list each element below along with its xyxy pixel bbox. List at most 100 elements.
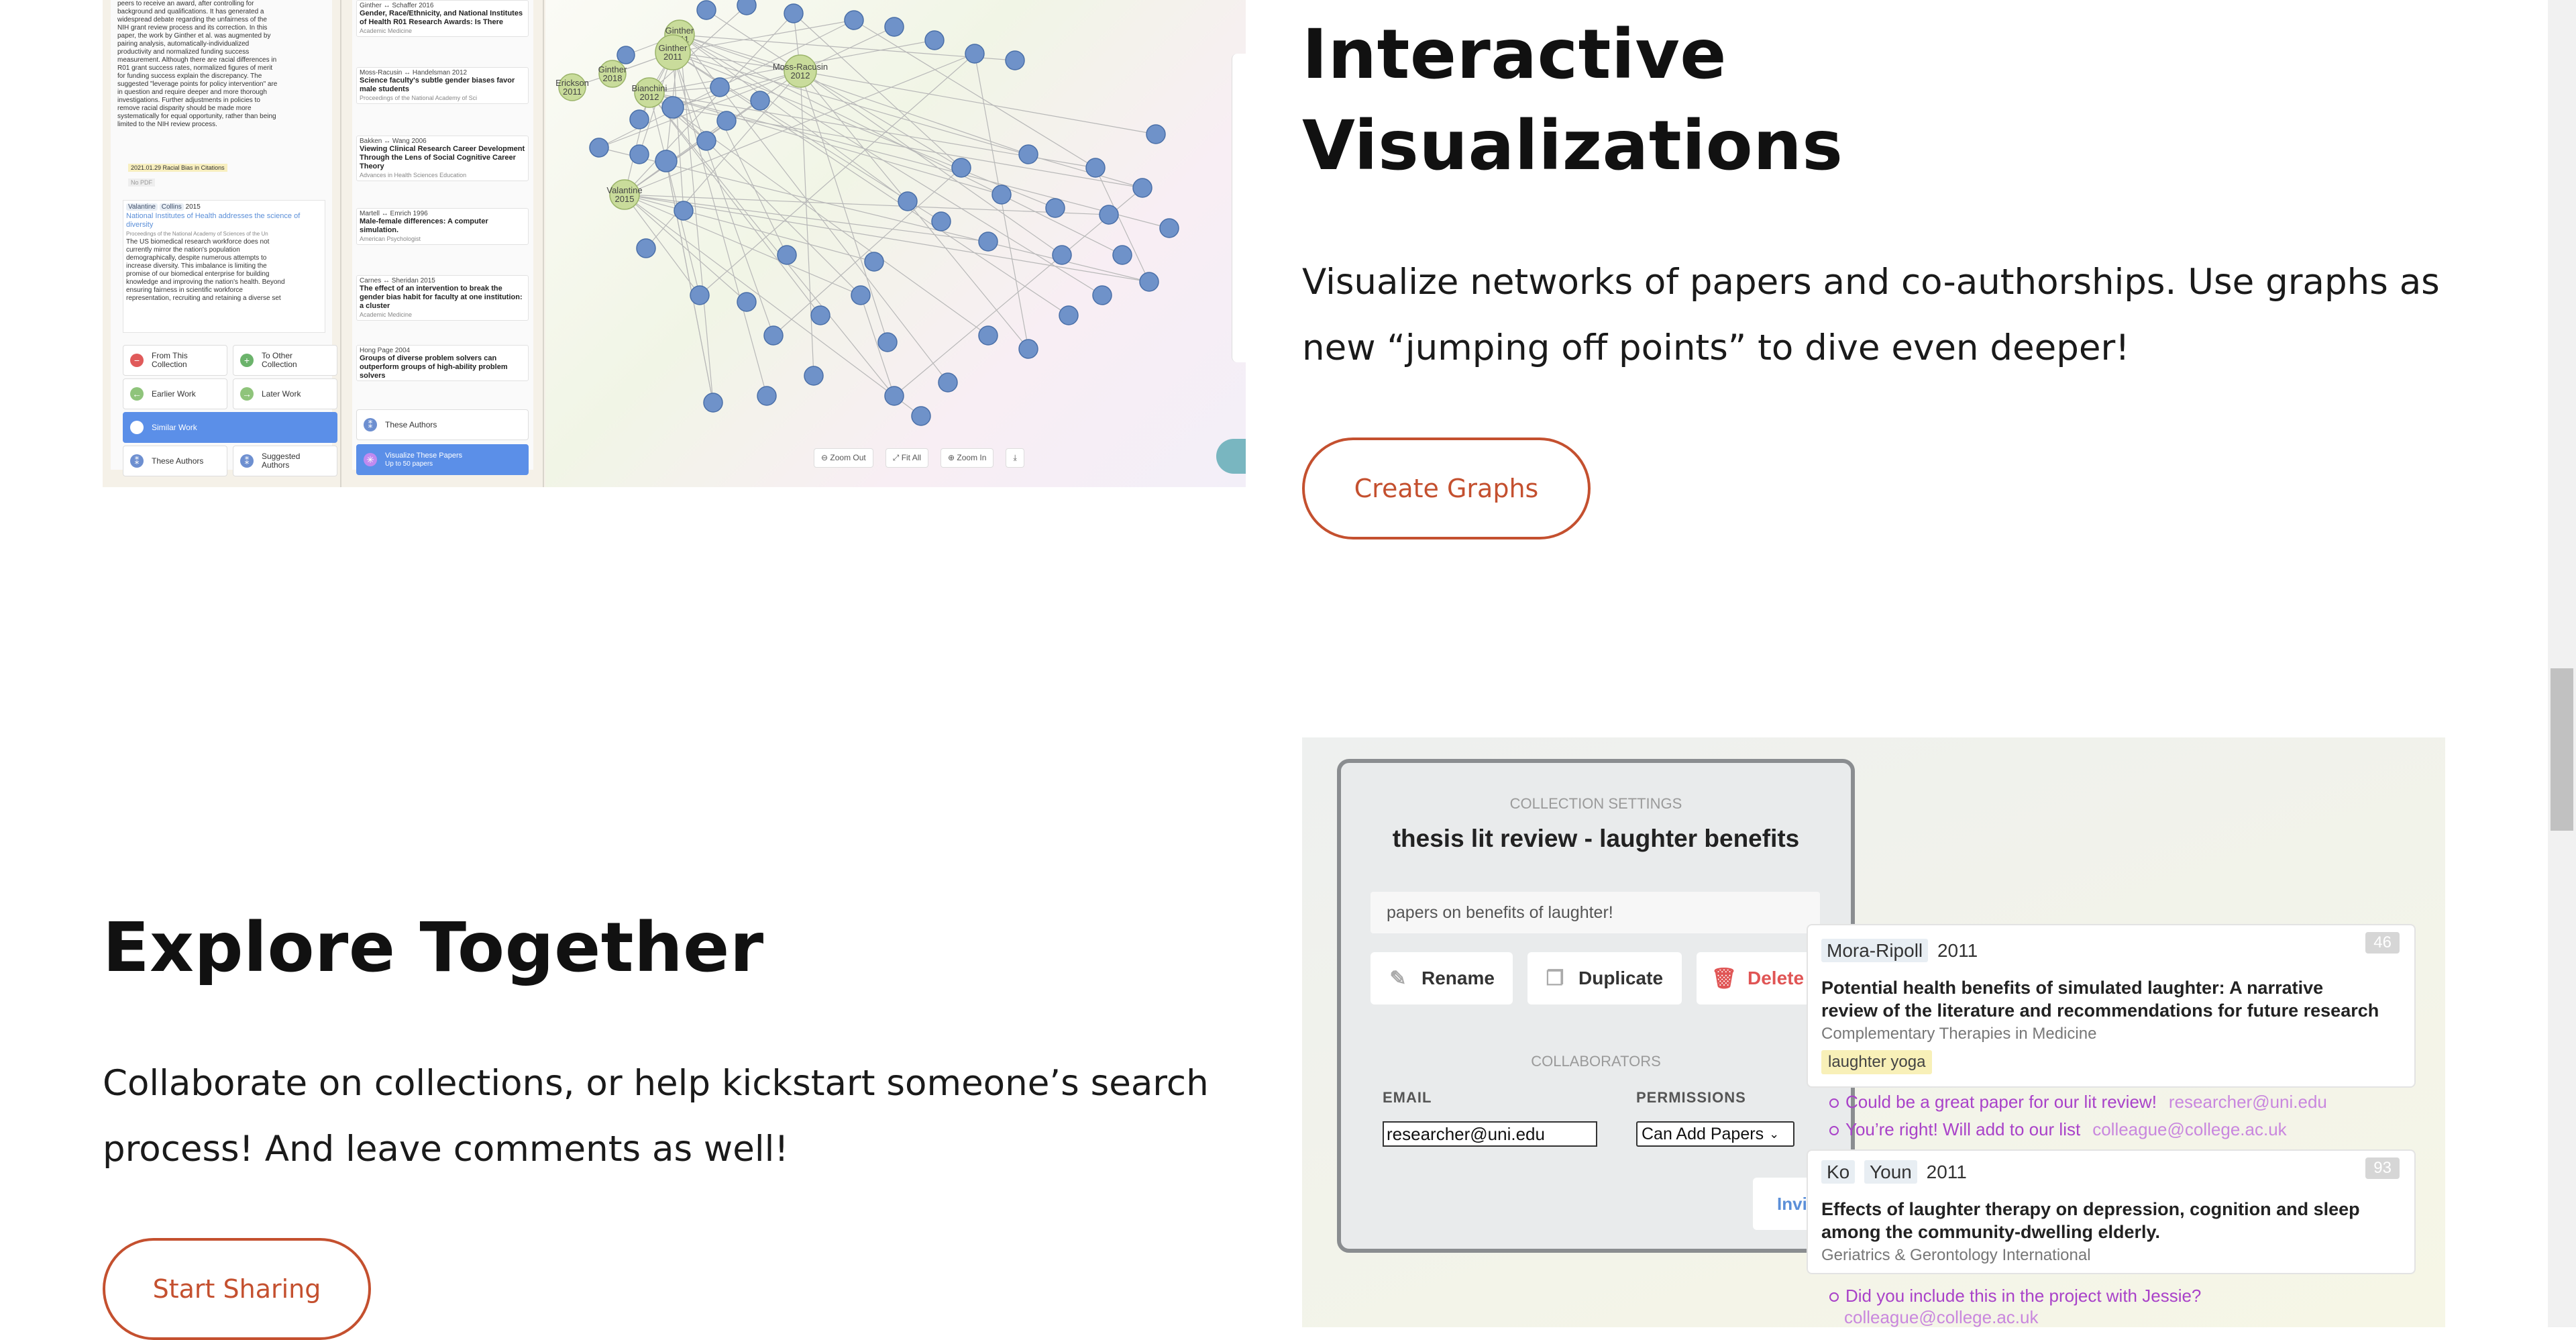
author-chip[interactable]: Mora-Ripoll [1821,939,1929,962]
these-authors-button[interactable]: ⁑ These Authors [356,409,529,440]
download-icon[interactable]: ⤓ [1006,448,1024,468]
graph-node[interactable] [1159,218,1179,238]
graph-node[interactable] [696,131,716,151]
result-title[interactable]: Male-female differences: A computer simu… [357,217,528,235]
permissions-select[interactable]: Can Add Papers ⌄ [1636,1121,1794,1147]
graph-node[interactable] [844,10,864,30]
paper-tag[interactable]: laughter yoga [1821,1050,1933,1074]
graph-node[interactable] [864,252,884,272]
network-graph[interactable]: Ginther2011Ginther2018Ginther2011Moss-Ra… [545,0,1246,487]
graph-node[interactable] [703,393,723,413]
graph-node[interactable] [877,332,898,352]
graph-node[interactable] [1132,178,1152,198]
paper-card[interactable]: Mora-Ripoll 2011 46 Potential health ben… [1807,924,2416,1088]
paper-title[interactable]: Effects of laughter therapy on depressio… [1821,1198,2412,1243]
graph-node[interactable] [884,386,904,406]
graph-node[interactable] [810,305,830,325]
graph-node[interactable] [690,285,710,305]
graph-node[interactable] [851,285,871,305]
action-button[interactable]: − From This Collection [123,345,227,376]
action-button[interactable]: + To Other Collection [233,345,337,376]
create-graphs-button[interactable]: Create Graphs [1302,437,1591,539]
card-title[interactable]: National Institutes of Health addresses … [123,211,325,231]
action-button[interactable]: ← Earlier Work [123,378,227,409]
author-chip[interactable]: Youn [1864,1160,1917,1184]
action-button[interactable]: • Similar Work [123,412,337,443]
graph-node[interactable] [1018,339,1038,359]
graph-node[interactable] [965,44,985,64]
graph-node[interactable] [951,158,971,178]
graph-node[interactable] [924,30,945,50]
result-card[interactable]: Ginther ↔ Schaffer 2016 Gender, Race/Ethn… [356,0,529,37]
graph-node[interactable] [1045,198,1065,218]
graph-node[interactable] [911,406,931,426]
graph-node[interactable] [655,150,678,172]
graph-node[interactable] [636,238,656,258]
page-scrollbar[interactable] [2548,0,2576,1327]
paper-card[interactable]: Valantine Collins 2015 National Institut… [123,200,325,333]
graph-node[interactable] [696,0,716,20]
graph-node[interactable] [661,96,684,119]
graph-node[interactable] [1052,245,1072,265]
network-graph-canvas[interactable]: Ginther2011Ginther2018Ginther2011Moss-Ra… [545,0,1246,487]
result-title[interactable]: The effect of an intervention to break t… [357,285,528,311]
action-button[interactable]: ⁑ These Authors [123,446,227,476]
graph-node[interactable] [1092,285,1112,305]
graph-node[interactable] [750,91,770,111]
graph-node[interactable] [931,211,951,231]
graph-node[interactable] [1018,144,1038,164]
duplicate-button[interactable]: ❐ Duplicate [1527,952,1682,1004]
result-card[interactable]: Hong Page 2004 Groups of diverse problem … [356,345,529,381]
fit-all-button[interactable]: ⤢ Fit All [885,448,929,468]
graph-node[interactable] [629,109,649,130]
graph-node[interactable] [737,292,757,312]
graph-node[interactable] [629,144,649,164]
zoom-in-button[interactable]: ⊕ Zoom In [941,448,994,468]
paper-title[interactable]: Potential health benefits of simulated l… [1821,976,2412,1022]
action-button[interactable]: ⁑ Suggested Authors [233,446,337,476]
result-title[interactable]: Viewing Clinical Research Career Develop… [357,145,528,171]
result-card[interactable]: Bakken ↔ Wang 2006 Viewing Clinical Resea… [356,136,529,181]
graph-node[interactable] [710,77,730,97]
graph-node[interactable] [1146,124,1166,144]
result-card[interactable]: Moss-Racusin ↔ Handelsman 2012 Science fa… [356,67,529,104]
result-title[interactable]: Gender, Race/Ethnicity, and National Ins… [357,9,528,27]
collection-description-field[interactable]: papers on benefits of laughter! [1371,892,1820,933]
start-sharing-button[interactable]: Start Sharing [103,1238,371,1340]
email-field[interactable]: researcher@uni.edu [1383,1121,1597,1147]
result-title[interactable]: Groups of diverse problem solvers can ou… [357,354,528,380]
graph-node[interactable] [763,325,784,346]
result-card[interactable]: Martell ↔ Emrich 1996 Male-female differe… [356,208,529,245]
graph-node[interactable] [938,372,958,393]
graph-node[interactable] [716,111,737,131]
graph-node[interactable] [616,46,635,64]
visualize-papers-button[interactable]: ✳ Visualize These Papers Up to 50 papers [356,444,529,475]
scrollbar-thumb[interactable] [2551,668,2573,831]
zoom-out-button[interactable]: ⊖ Zoom Out [814,448,873,468]
paper-card[interactable]: Ko Youn 2011 93 Effects of laughter ther… [1807,1149,2416,1274]
graph-node[interactable] [589,138,609,158]
graph-node[interactable] [1099,205,1119,225]
graph-node[interactable] [784,3,804,23]
action-button[interactable]: → Later Work [233,378,337,409]
graph-node[interactable] [1139,272,1159,292]
graph-node[interactable] [777,245,797,265]
graph-node[interactable] [991,185,1012,205]
author-chip[interactable]: Valantine [126,203,158,211]
graph-node[interactable] [1085,158,1106,178]
graph-node[interactable] [1005,50,1025,70]
graph-node[interactable] [898,191,918,211]
result-card[interactable]: Carnes ↔ Sheridan 2015 The effect of an i… [356,275,529,321]
rename-button[interactable]: ✎ Rename [1371,952,1513,1004]
graph-node[interactable] [978,325,998,346]
graph-node[interactable] [757,386,777,406]
author-chip[interactable]: Ko [1821,1160,1856,1184]
result-title[interactable]: Science faculty's subtle gender biases f… [357,76,528,94]
graph-node[interactable] [884,17,904,37]
graph-node[interactable] [674,201,694,221]
graph-node[interactable] [1112,245,1132,265]
graph-node[interactable] [1059,305,1079,325]
graph-node[interactable] [804,366,824,386]
author-chip[interactable]: Collins [159,203,184,211]
graph-node[interactable] [737,0,757,15]
